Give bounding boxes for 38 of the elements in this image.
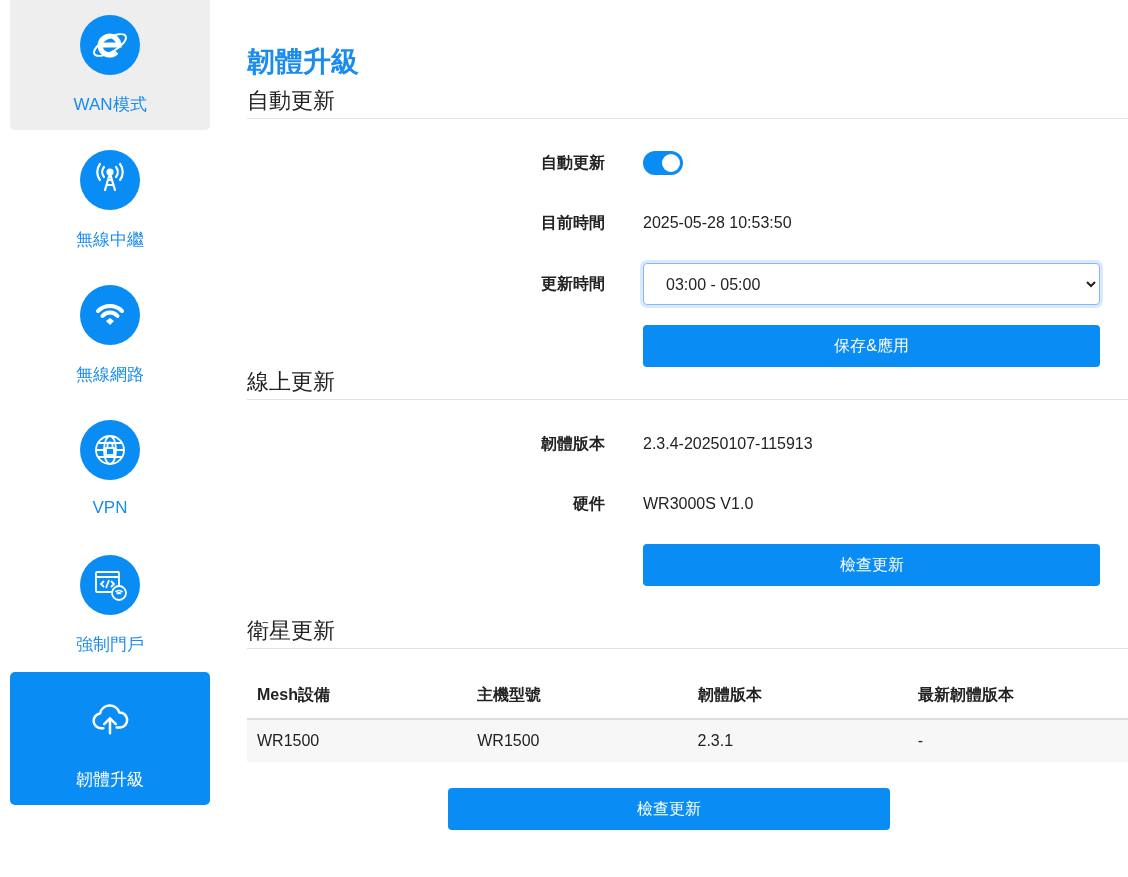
sidebar-label: 無線中繼 [76,229,144,251]
field-label: 硬件 [572,493,606,514]
field-label: 自動更新 [540,152,606,173]
field-label: 目前時間 [540,212,606,233]
wifi-icon [80,285,140,345]
section-heading: 線上更新 [247,367,1128,400]
field-label: 更新時間 [540,273,606,294]
section-heading: 自動更新 [247,86,1128,119]
globe-lock-icon [80,420,140,480]
sidebar-item[interactable]: 無線中繼 [10,132,210,265]
field-value: 2025-05-28 10:53:50 [643,214,792,232]
save-apply-button[interactable]: 保存&應用 [643,325,1100,367]
field-label: 韌體版本 [540,433,606,454]
check-update-button[interactable]: 檢查更新 [643,544,1100,586]
table-cell: WR1500 [247,719,468,762]
field-value: WR3000S V1.0 [643,495,754,513]
time-select[interactable]: 03:00 - 05:00 [643,263,1100,305]
table-cell: - [907,719,1128,762]
check-update-button[interactable]: 檢查更新 [448,788,890,830]
table-cell: WR1500 [467,719,688,762]
browser-code-icon [80,555,140,615]
sidebar-item[interactable]: 強制門戶 [10,537,210,670]
sidebar-item[interactable]: 無線網路 [10,267,210,400]
sidebar-item[interactable]: VPN [10,402,210,535]
toggle-switch[interactable] [643,151,683,175]
sidebar-item[interactable]: WAN模式 [10,0,210,130]
page-title: 韌體升級 [247,45,360,79]
section-heading: 衛星更新 [247,616,1128,649]
sidebar-label: 無線網路 [76,364,144,386]
table-cell: 2.3.1 [687,719,908,762]
antenna-tower-icon [80,150,140,210]
sidebar-label: 強制門戶 [76,634,144,656]
sidebar-label: WAN模式 [73,94,147,116]
e-logo-icon [80,15,140,75]
sidebar-item[interactable]: 韌體升級 [10,672,210,805]
field-value: 2.3.4-20250107-115913 [643,435,813,453]
sidebar-label: VPN [92,498,128,518]
sidebar-label: 韌體升級 [76,769,144,791]
